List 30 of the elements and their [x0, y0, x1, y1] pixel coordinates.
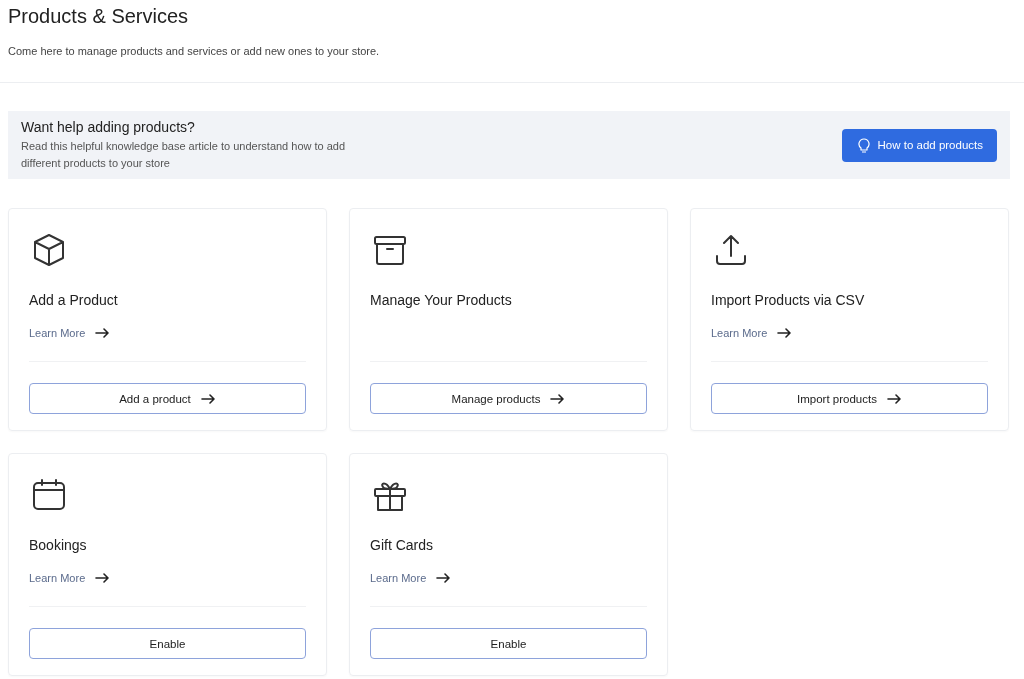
- card-title: Gift Cards: [370, 537, 434, 553]
- card-title: Manage Your Products: [370, 292, 513, 308]
- arrow-icon: [886, 393, 902, 404]
- card-title: Bookings: [29, 537, 88, 553]
- card-title: Import Products via CSV: [711, 292, 866, 308]
- lightbulb-icon: [857, 137, 870, 153]
- arrow-icon: [95, 573, 111, 583]
- learn-more-link[interactable]: Learn More: [711, 327, 768, 339]
- arrow-icon: [200, 393, 216, 404]
- box-icon: [31, 232, 67, 268]
- arrow-icon: [777, 328, 793, 338]
- arrow-icon: [436, 573, 452, 583]
- card-button[interactable]: Add a product: [29, 383, 306, 414]
- how-to-button[interactable]: How to add products: [841, 128, 997, 162]
- card-title: Add a Product: [29, 292, 119, 308]
- card-button[interactable]: Manage products: [370, 383, 647, 414]
- arrow-icon: [95, 328, 111, 338]
- learn-more-link[interactable]: Learn More: [29, 327, 86, 339]
- card-button[interactable]: Enable: [370, 628, 647, 659]
- card-button[interactable]: Import products: [711, 383, 988, 414]
- learn-more-link[interactable]: Learn More: [370, 572, 427, 584]
- calendar-icon: [31, 477, 67, 513]
- banner-text: Read this helpful knowledge base article to understand how to add different products to your store: [21, 138, 347, 171]
- page-title: Products & Services: [8, 4, 190, 28]
- upload-icon: [713, 232, 749, 268]
- arrow-icon: [550, 393, 566, 404]
- learn-more-link[interactable]: Learn More: [29, 572, 86, 584]
- banner-title: Want help adding products?: [21, 118, 196, 135]
- card-button[interactable]: Enable: [29, 628, 306, 659]
- page-subtitle: Come here to manage products and services or add new ones to your store.: [8, 45, 381, 57]
